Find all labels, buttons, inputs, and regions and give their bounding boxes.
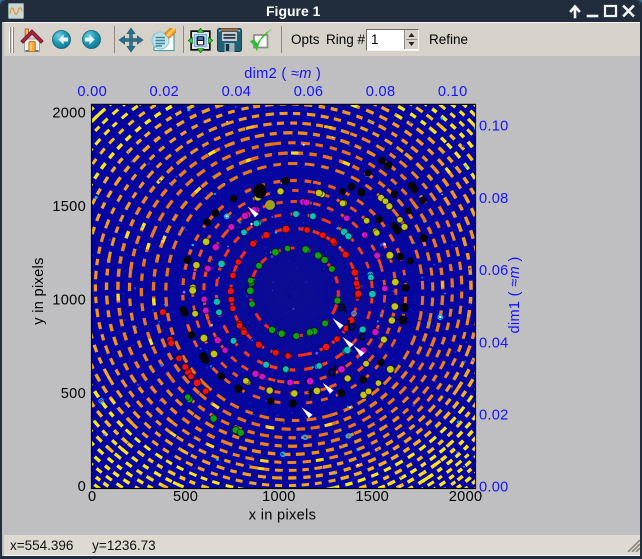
svg-text:a: a	[338, 299, 347, 316]
svg-text:0.04: 0.04	[479, 335, 509, 351]
svg-text:0.06: 0.06	[479, 263, 509, 279]
svg-text:x in pixels: x in pixels	[249, 508, 316, 524]
svg-text:dim1 ( ≈m ): dim1 ( ≈m )	[507, 257, 523, 334]
svg-text:2000: 2000	[52, 106, 86, 122]
svg-text:dim2 ( ≈m ): dim2 ( ≈m )	[244, 66, 321, 82]
svg-text:0.00: 0.00	[77, 84, 107, 100]
svg-text:1000: 1000	[52, 292, 86, 308]
svg-text:c: c	[358, 327, 366, 344]
svg-text:0: 0	[88, 489, 96, 505]
svg-text:0.06: 0.06	[294, 84, 324, 100]
svg-text:y in pixels: y in pixels	[31, 257, 47, 324]
svg-text:1500: 1500	[355, 489, 389, 505]
svg-text:500: 500	[61, 386, 86, 402]
svg-text:0.10: 0.10	[438, 84, 468, 100]
svg-text:0: 0	[78, 479, 86, 495]
svg-text:d: d	[328, 364, 337, 381]
svg-text:0.08: 0.08	[479, 191, 509, 207]
svg-text:1500: 1500	[52, 199, 86, 215]
svg-text:500: 500	[173, 489, 198, 505]
svg-text:1000: 1000	[262, 489, 296, 505]
svg-text:0.10: 0.10	[479, 119, 509, 135]
svg-text:0.02: 0.02	[149, 84, 179, 100]
svg-text:0.02: 0.02	[479, 408, 509, 424]
svg-text:2000: 2000	[449, 489, 483, 505]
svg-text:b: b	[347, 318, 356, 335]
svg-text:0.04: 0.04	[222, 84, 252, 100]
svg-text:0.08: 0.08	[366, 84, 396, 100]
svg-text:0.00: 0.00	[479, 480, 509, 496]
